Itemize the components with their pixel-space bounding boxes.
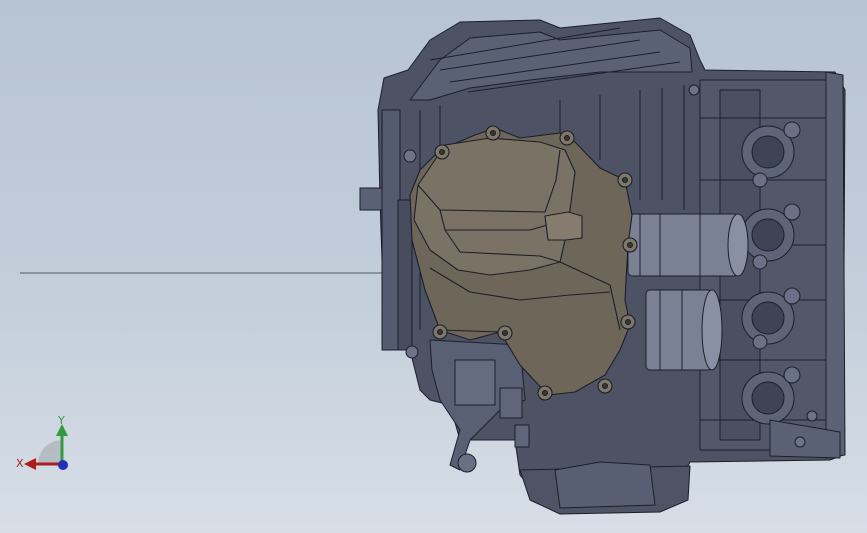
x-axis-label: X bbox=[16, 457, 24, 470]
y-axis-label: Y bbox=[58, 414, 65, 427]
piston-upper bbox=[627, 213, 749, 277]
coordinate-axes-icon bbox=[24, 424, 68, 470]
engine-3d-model[interactable] bbox=[0, 0, 867, 533]
graphics-viewport[interactable]: Y X bbox=[0, 0, 867, 533]
z-axis-dot bbox=[58, 460, 68, 470]
piston-lower bbox=[645, 289, 723, 371]
